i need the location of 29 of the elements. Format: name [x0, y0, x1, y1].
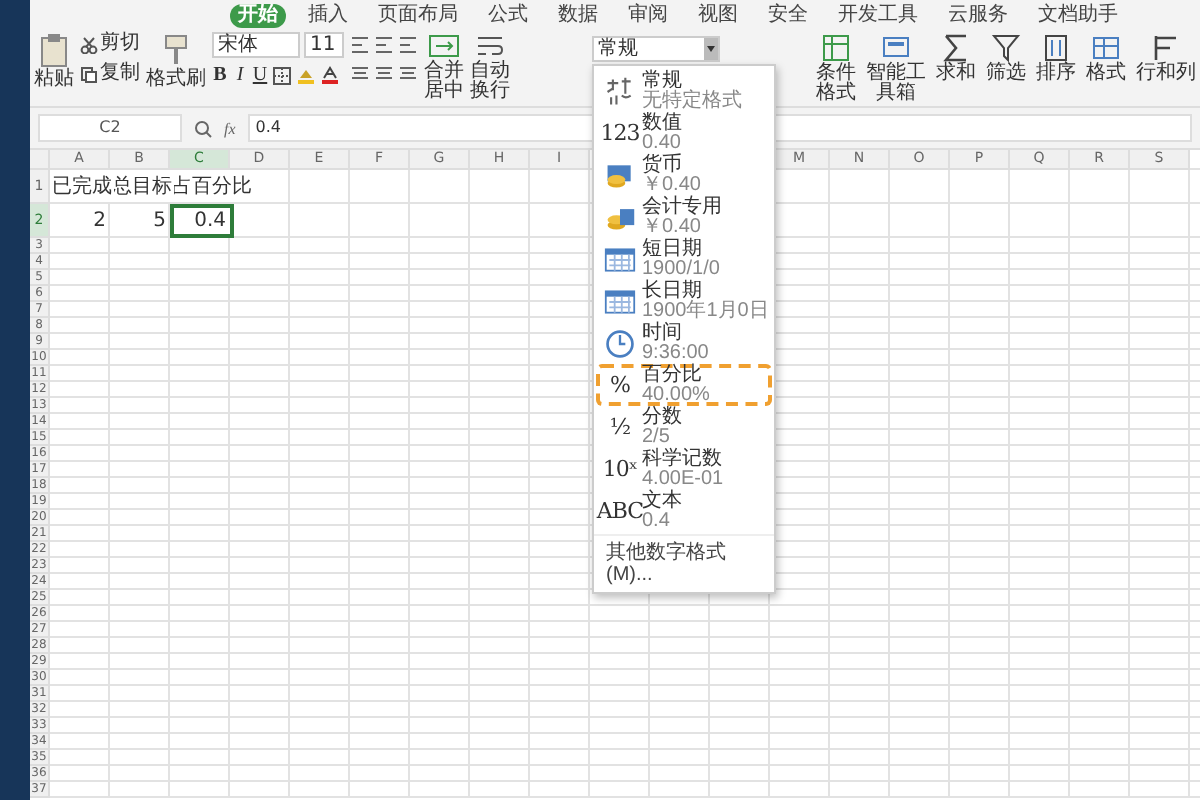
format-name: 会计专用	[642, 197, 722, 217]
format-sample: 40.00%	[642, 385, 710, 405]
format-glyph: 123	[600, 120, 640, 146]
format-name: 科学记数	[642, 449, 724, 469]
format-name: 数值	[642, 113, 682, 133]
format-name: 文本	[642, 491, 682, 511]
format-sample: 1900/1/0	[642, 259, 720, 279]
format-sample: 9:36:00	[642, 343, 709, 363]
format-sample: ￥0.40	[642, 175, 701, 195]
format-glyph: %	[610, 372, 630, 398]
format-glyph: ABC	[596, 498, 644, 524]
format-glyph: 10ˣ	[602, 456, 638, 482]
format-sample: 无特定格式	[642, 91, 742, 111]
table-cell: 已完成	[50, 170, 114, 202]
format-glyph: ½	[609, 414, 631, 440]
format-sample: ￥0.40	[642, 217, 703, 237]
format-name: 短日期	[642, 239, 702, 259]
format-name: 货币	[642, 155, 684, 175]
format-sample: 4.00E-01	[642, 469, 724, 489]
format-name: 时间	[642, 323, 684, 343]
format-sample: 0.40	[642, 133, 682, 153]
format-name: 常规	[642, 71, 682, 91]
format-name: 长日期	[642, 281, 702, 301]
format-sample: 2/5	[642, 427, 670, 447]
format-name: 分数	[642, 407, 682, 427]
format-sample: 1900年1月0日	[642, 301, 769, 321]
format-name: 百分比	[642, 365, 704, 385]
format-sample: 0.4	[642, 511, 672, 531]
table-cell: 0.4	[170, 204, 234, 238]
